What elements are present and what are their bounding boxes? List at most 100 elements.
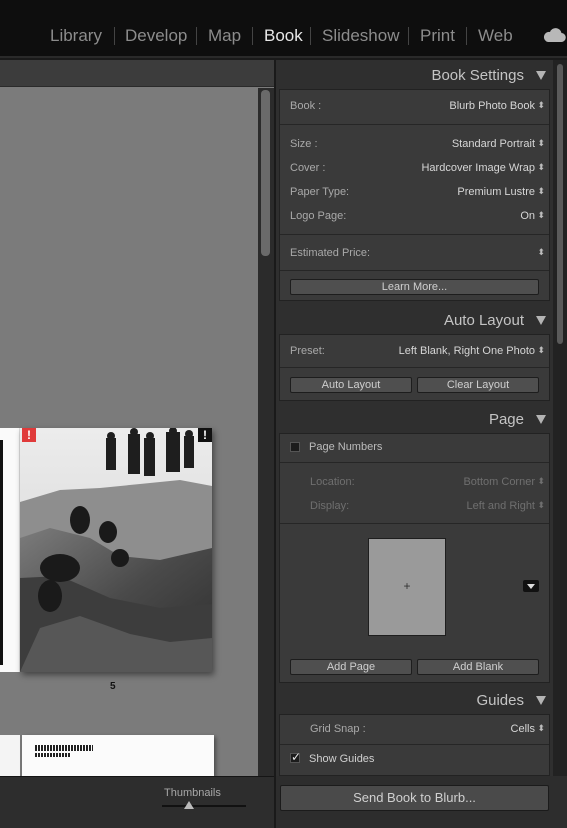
module-picker-bar: Library Develop Map Book Slideshow Print… <box>0 0 567 58</box>
panel-scrollbar-thumb[interactable] <box>557 64 563 344</box>
cover-select[interactable]: Hardcover Image Wrap <box>421 162 535 174</box>
guides-header[interactable]: Guides <box>276 686 553 714</box>
thumbnails-slider[interactable] <box>162 805 246 807</box>
collapse-triangle-icon[interactable] <box>536 696 546 705</box>
warning-icon[interactable]: ! <box>22 428 36 442</box>
estimated-price-row[interactable]: Estimated Price: ⬍ <box>280 241 549 265</box>
module-web[interactable]: Web <box>478 25 513 47</box>
updown-arrow-icon[interactable]: ⬍ <box>537 723 545 734</box>
divider <box>280 270 549 271</box>
module-separator <box>114 27 115 45</box>
updown-arrow-icon[interactable]: ⬍ <box>537 247 545 258</box>
send-book-to-blurb-button[interactable]: Send Book to Blurb... <box>280 785 549 811</box>
scrollbar-thumb[interactable] <box>261 90 270 256</box>
cover-label: Cover : <box>290 162 326 174</box>
paper-type-select[interactable]: Premium Lustre <box>457 186 535 198</box>
book-select[interactable]: Blurb Photo Book <box>449 100 535 112</box>
module-develop[interactable]: Develop <box>125 25 187 47</box>
left-page-photo <box>0 440 3 665</box>
panel-scrollbar[interactable] <box>553 60 567 776</box>
add-page-button[interactable]: Add Page <box>290 659 412 675</box>
preset-row[interactable]: Preset: Left Blank, Right One Photo ⬍ <box>280 339 549 363</box>
collapse-triangle-icon[interactable] <box>536 316 546 325</box>
module-separator <box>466 27 467 45</box>
grid-snap-select[interactable]: Cells <box>511 723 535 735</box>
page-panel: Page Numbers Location: Bottom Corner ⬍ D… <box>279 433 550 683</box>
page-template-preview: + <box>280 524 549 650</box>
logo-page-row[interactable]: Logo Page: On ⬍ <box>280 204 549 228</box>
display-row: Display: Left and Right ⬍ <box>280 494 549 518</box>
module-slideshow[interactable]: Slideshow <box>322 25 400 47</box>
book-label: Book : <box>290 100 322 112</box>
page-number: 5 <box>110 681 116 692</box>
cloud-icon[interactable] <box>542 26 566 44</box>
book-settings-header[interactable]: Book Settings <box>276 61 553 89</box>
paper-type-row[interactable]: Paper Type: Premium Lustre ⬍ <box>280 180 549 204</box>
size-label: Size : <box>290 138 318 150</box>
logo-page-select[interactable]: On <box>520 210 535 222</box>
updown-arrow-icon[interactable]: ⬍ <box>537 162 545 173</box>
page-numbers-label: Page Numbers <box>309 441 383 453</box>
filmstrip-toolbar: Thumbnails <box>0 776 274 828</box>
collapse-triangle-icon[interactable] <box>536 71 546 80</box>
page-photo[interactable] <box>20 428 212 672</box>
updown-arrow-icon[interactable]: ⬍ <box>537 138 545 149</box>
module-map[interactable]: Map <box>208 25 241 47</box>
show-guides-label: Show Guides <box>309 753 375 765</box>
auto-layout-button[interactable]: Auto Layout <box>290 377 412 393</box>
updown-arrow-icon[interactable]: ⬍ <box>537 210 545 221</box>
module-print[interactable]: Print <box>420 25 455 47</box>
thumbnails-slider-knob[interactable] <box>184 801 194 809</box>
paper-type-label: Paper Type: <box>290 186 350 198</box>
add-cell-icon: + <box>403 579 411 593</box>
updown-arrow-icon[interactable]: ⬍ <box>537 100 545 111</box>
cover-row[interactable]: Cover : Hardcover Image Wrap ⬍ <box>280 156 549 180</box>
next-left-page[interactable] <box>0 735 20 776</box>
page-text-block <box>35 745 93 751</box>
book-spread[interactable]: ! ! <box>20 428 212 672</box>
module-separator <box>252 27 253 45</box>
page-title: Page <box>488 411 524 428</box>
size-row[interactable]: Size : Standard Portrait ⬍ <box>280 132 549 156</box>
divider <box>280 744 549 745</box>
auto-layout-header[interactable]: Auto Layout <box>276 306 553 334</box>
learn-more-button[interactable]: Learn More... <box>290 279 539 295</box>
display-select: Left and Right <box>466 500 536 512</box>
updown-arrow-icon: ⬍ <box>537 500 545 510</box>
location-row: Location: Bottom Corner ⬍ <box>280 470 549 494</box>
module-book[interactable]: Book <box>264 25 303 47</box>
estimated-price-label: Estimated Price: <box>290 247 371 259</box>
logo-page-label: Logo Page: <box>290 210 347 222</box>
clear-layout-button[interactable]: Clear Layout <box>417 377 539 393</box>
grid-snap-label: Grid Snap : <box>310 723 366 735</box>
warning-icon[interactable]: ! <box>198 428 212 442</box>
divider <box>280 367 549 368</box>
book-settings-panel: Book : Blurb Photo Book ⬍ Size : Standar… <box>279 89 550 301</box>
display-label: Display: <box>310 500 350 512</box>
updown-arrow-icon[interactable]: ⬍ <box>537 345 545 356</box>
page-template-thumbnail[interactable]: + <box>368 538 446 636</box>
collapse-triangle-icon[interactable] <box>536 415 546 424</box>
preset-label: Preset: <box>290 345 325 357</box>
left-page[interactable] <box>0 428 20 672</box>
divider <box>280 462 549 463</box>
book-settings-title: Book Settings <box>431 67 524 84</box>
dropdown-icon[interactable] <box>523 580 539 592</box>
updown-arrow-icon[interactable]: ⬍ <box>537 186 545 197</box>
add-blank-button[interactable]: Add Blank <box>417 659 539 675</box>
divider <box>280 234 549 235</box>
auto-layout-panel: Preset: Left Blank, Right One Photo ⬍ Au… <box>279 334 550 401</box>
next-page[interactable] <box>22 735 214 776</box>
thumbnails-label: Thumbnails <box>164 787 221 799</box>
grid-snap-row[interactable]: Grid Snap : Cells ⬍ <box>280 717 549 741</box>
preset-select[interactable]: Left Blank, Right One Photo <box>399 345 535 357</box>
module-library[interactable]: Library <box>50 25 102 47</box>
book-row[interactable]: Book : Blurb Photo Book ⬍ <box>280 94 549 118</box>
show-guides-checkbox[interactable] <box>290 750 301 764</box>
location-label: Location: <box>310 476 355 488</box>
canvas-scrollbar[interactable] <box>258 88 274 776</box>
module-separator <box>310 27 311 45</box>
page-header[interactable]: Page <box>276 405 553 433</box>
page-numbers-checkbox[interactable] <box>290 442 300 452</box>
size-select[interactable]: Standard Portrait <box>452 138 535 150</box>
